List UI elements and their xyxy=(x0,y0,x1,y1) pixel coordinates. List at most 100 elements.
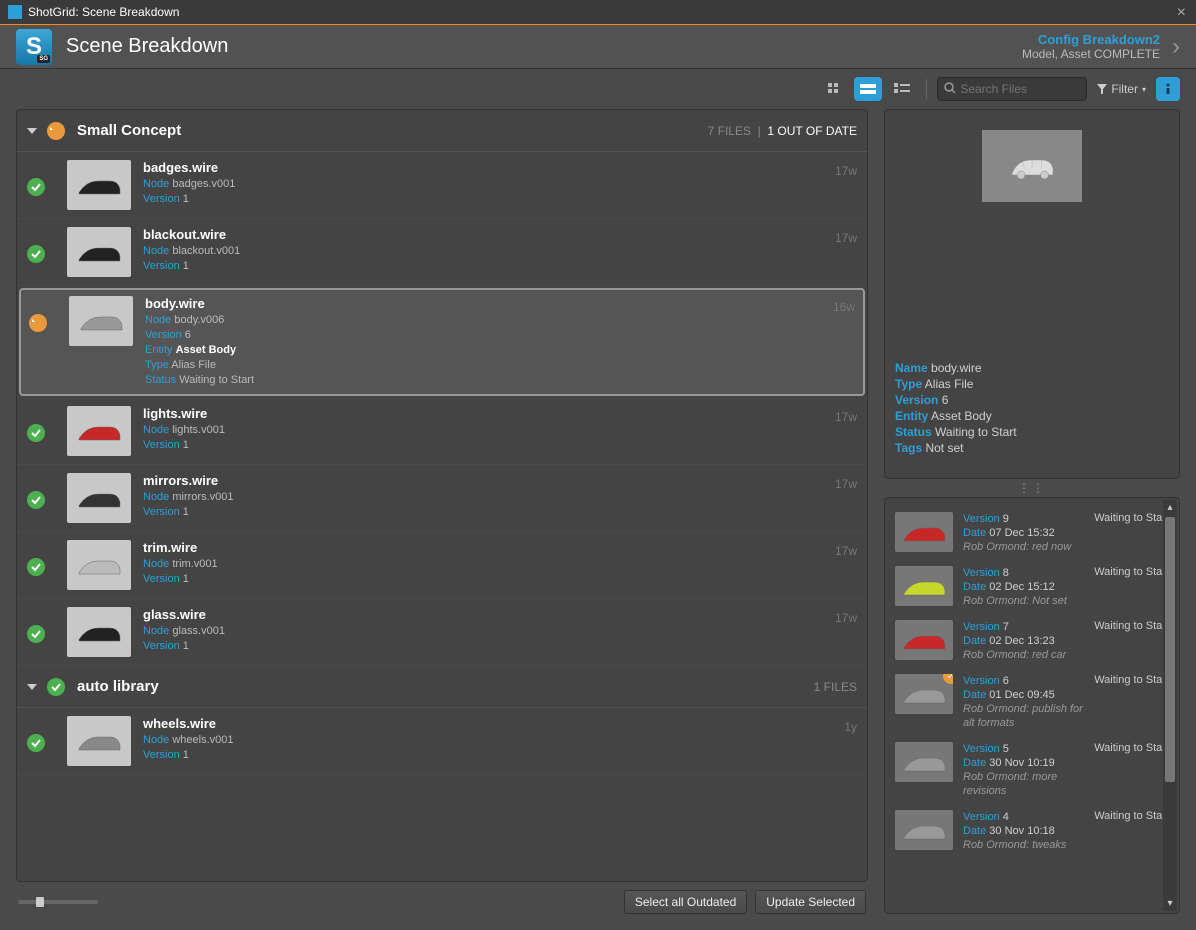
file-info: blackout.wireNode blackout.v001Version 1 xyxy=(143,227,835,274)
group-header[interactable]: Small Concept7 FILES | 1 OUT OF DATE xyxy=(17,110,867,152)
search-icon xyxy=(944,82,956,97)
car-wireframe-icon xyxy=(1007,151,1057,181)
file-name: mirrors.wire xyxy=(143,473,835,488)
preview-type: Alias File xyxy=(925,377,974,391)
preview-status: Waiting to Start xyxy=(935,425,1017,439)
preview-name: body.wire xyxy=(931,361,981,375)
scrollbar[interactable]: ▴ ▾ xyxy=(1163,500,1177,911)
thumb-grid-icon xyxy=(894,83,910,95)
filter-icon xyxy=(1097,84,1107,94)
expand-icon[interactable] xyxy=(27,128,37,134)
expand-icon[interactable] xyxy=(27,684,37,690)
file-info: lights.wireNode lights.v001Version 1 xyxy=(143,406,835,453)
version-row[interactable]: Version 5Date 30 Nov 10:19Rob Ormond: mo… xyxy=(893,736,1171,804)
check-icon xyxy=(27,491,45,509)
file-name: badges.wire xyxy=(143,160,835,175)
group-title: auto library xyxy=(77,678,159,695)
version-thumb xyxy=(895,512,953,552)
file-row[interactable]: glass.wireNode glass.v001Version 117w xyxy=(17,599,867,666)
version-info: Version 4Date 30 Nov 10:18Rob Ormond: tw… xyxy=(963,810,1094,852)
group-header[interactable]: auto library1 FILES xyxy=(17,666,867,708)
info-icon xyxy=(1161,82,1175,96)
info-button[interactable] xyxy=(1156,77,1180,101)
version-thumb xyxy=(895,742,953,782)
footer: Select all Outdated Update Selected xyxy=(16,882,868,914)
preview-metadata: Name body.wire Type Alias File Version 6… xyxy=(895,360,1169,456)
check-icon xyxy=(27,558,45,576)
page-title: Scene Breakdown xyxy=(66,35,228,58)
check-icon xyxy=(27,734,45,752)
file-row[interactable]: body.wireNode body.v006Version 6Entity A… xyxy=(19,288,865,396)
preview-version: 6 xyxy=(942,393,949,407)
toolbar-divider xyxy=(926,79,927,99)
version-info: Version 5Date 30 Nov 10:19Rob Ormond: mo… xyxy=(963,742,1094,798)
file-thumb xyxy=(67,540,131,590)
file-time: 1y xyxy=(844,720,857,734)
check-icon xyxy=(27,245,45,263)
context-subtitle: Model, Asset COMPLETE xyxy=(1022,47,1160,61)
file-row[interactable]: blackout.wireNode blackout.v001Version 1… xyxy=(17,219,867,286)
version-row[interactable]: Version 7Date 02 Dec 13:23Rob Ormond: re… xyxy=(893,614,1171,668)
scroll-up-icon[interactable]: ▴ xyxy=(1165,500,1174,515)
thumb-size-slider[interactable] xyxy=(18,900,98,904)
file-thumb xyxy=(67,227,131,277)
file-thumb xyxy=(67,473,131,523)
file-time: 17w xyxy=(835,231,857,245)
version-row[interactable]: Version 8Date 02 Dec 15:12Rob Ormond: No… xyxy=(893,560,1171,614)
chevron-right-icon[interactable]: › xyxy=(1172,33,1180,61)
view-list-button[interactable] xyxy=(854,77,882,101)
scrollbar-thumb[interactable] xyxy=(1165,517,1175,782)
app-icon-small xyxy=(8,5,22,19)
file-name: body.wire xyxy=(145,296,833,311)
preview-panel: Name body.wire Type Alias File Version 6… xyxy=(884,109,1180,479)
update-selected-button[interactable]: Update Selected xyxy=(755,890,866,914)
config-name[interactable]: Config Breakdown2 xyxy=(1022,32,1160,47)
select-outdated-button[interactable]: Select all Outdated xyxy=(624,890,747,914)
update-icon xyxy=(29,314,47,332)
file-row[interactable]: wheels.wireNode wheels.v001Version 11y xyxy=(17,708,867,775)
version-info: Version 8Date 02 Dec 15:12Rob Ormond: No… xyxy=(963,566,1094,608)
file-thumb xyxy=(67,160,131,210)
file-thumb xyxy=(67,716,131,766)
preview-tags: Not set xyxy=(925,441,963,455)
file-info: body.wireNode body.v006Version 6Entity A… xyxy=(145,296,833,388)
version-panel: Version 9Date 07 Dec 15:32Rob Ormond: re… xyxy=(884,497,1180,914)
app-icon: S SG xyxy=(16,29,52,65)
filter-button[interactable]: Filter ▾ xyxy=(1093,78,1150,100)
check-icon xyxy=(27,178,45,196)
file-name: lights.wire xyxy=(143,406,835,421)
file-info: mirrors.wireNode mirrors.v001Version 1 xyxy=(143,473,835,520)
version-thumb xyxy=(895,620,953,660)
search-box[interactable] xyxy=(937,77,1087,101)
search-input[interactable] xyxy=(960,82,1080,96)
header: S SG Scene Breakdown Config Breakdown2 M… xyxy=(0,24,1196,69)
update-icon xyxy=(47,122,65,140)
version-status: Waiting to Start xyxy=(1094,620,1169,632)
version-row[interactable]: ✓Version 6Date 01 Dec 09:45Rob Ormond: p… xyxy=(893,668,1171,736)
file-name: wheels.wire xyxy=(143,716,844,731)
close-icon[interactable]: × xyxy=(1177,4,1186,22)
file-thumb xyxy=(67,607,131,657)
file-name: glass.wire xyxy=(143,607,835,622)
preview-thumb xyxy=(895,120,1169,340)
view-thumb-grid-button[interactable] xyxy=(888,77,916,101)
file-info: trim.wireNode trim.v001Version 1 xyxy=(143,540,835,587)
splitter-handle[interactable]: ⋮⋮ xyxy=(884,479,1180,497)
version-thumb xyxy=(895,566,953,606)
scroll-down-icon[interactable]: ▾ xyxy=(1165,896,1174,911)
view-grid-button[interactable] xyxy=(820,77,848,101)
slider-handle[interactable] xyxy=(36,897,44,907)
version-row[interactable]: Version 9Date 07 Dec 15:32Rob Ormond: re… xyxy=(893,506,1171,560)
version-status: Waiting to Start xyxy=(1094,742,1169,754)
file-row[interactable]: lights.wireNode lights.v001Version 117w xyxy=(17,398,867,465)
version-row[interactable]: Version 4Date 30 Nov 10:18Rob Ormond: tw… xyxy=(893,804,1171,858)
file-row[interactable]: trim.wireNode trim.v001Version 117w xyxy=(17,532,867,599)
group-title: Small Concept xyxy=(77,122,181,139)
list-icon xyxy=(860,84,876,94)
app-icon-badge: SG xyxy=(37,55,50,63)
caret-down-icon: ▾ xyxy=(1142,85,1146,94)
file-row[interactable]: mirrors.wireNode mirrors.v001Version 117… xyxy=(17,465,867,532)
file-row[interactable]: badges.wireNode badges.v001Version 117w xyxy=(17,152,867,219)
file-time: 17w xyxy=(835,544,857,558)
version-status: Waiting to Start xyxy=(1094,566,1169,578)
